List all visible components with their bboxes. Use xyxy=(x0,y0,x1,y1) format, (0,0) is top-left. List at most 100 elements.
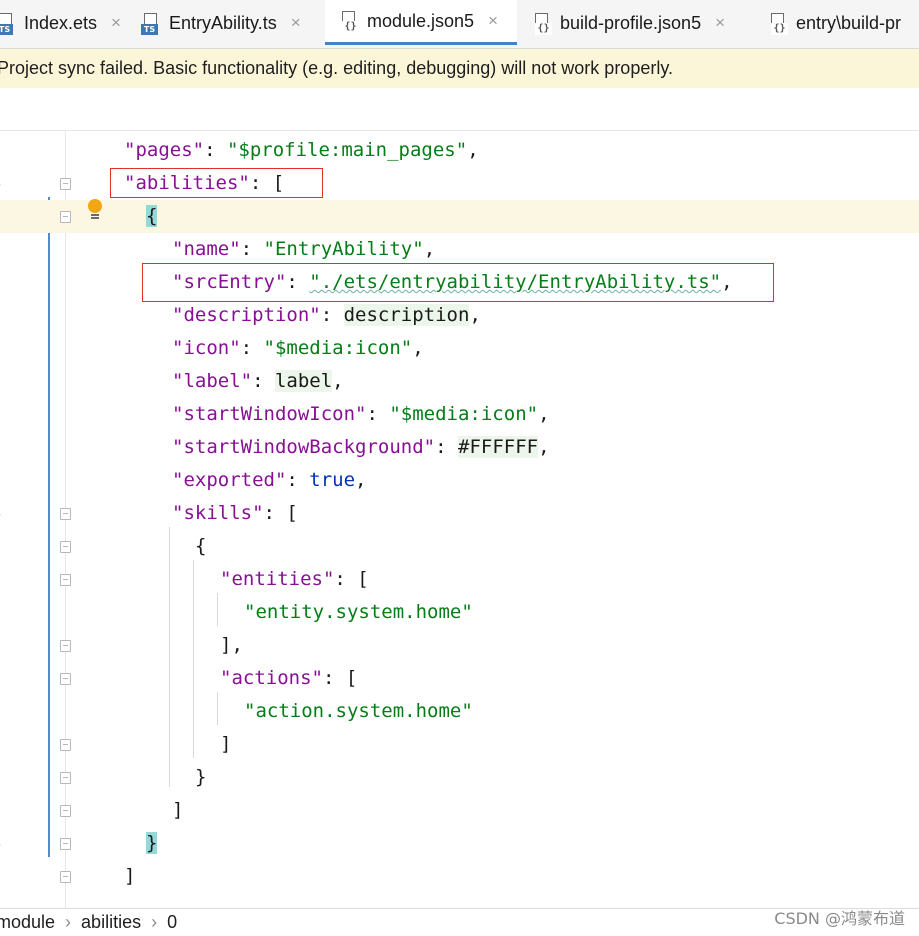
tab-label: Index.ets xyxy=(24,12,98,33)
code-line[interactable]: 9 "icon": "$media:icon", xyxy=(0,332,919,365)
json-file-icon: {} xyxy=(339,9,361,33)
code-line[interactable]: 1] xyxy=(0,728,919,761)
line-number: 4 xyxy=(0,497,6,530)
code-line[interactable]: 7 "entity.system.home" xyxy=(0,596,919,629)
code-line[interactable]: 6 "name": "EntryAbility", xyxy=(0,233,919,266)
punctuation: : xyxy=(366,403,390,425)
code-editor[interactable]: 3"pages": "$profile:main_pages",4"abilit… xyxy=(0,131,919,908)
close-icon[interactable]: × xyxy=(715,13,725,33)
punctuation: [ xyxy=(345,667,358,689)
ts-file-icon: TS xyxy=(141,11,163,35)
line-number: 8 xyxy=(0,299,6,332)
json-key: "startWindowIcon" xyxy=(172,403,367,425)
tab-entry-build-profile[interactable]: {} entry\build-pr xyxy=(768,0,919,46)
tab-entryability-ts[interactable]: TS EntryAbility.ts × xyxy=(141,0,324,46)
fold-marker-icon[interactable] xyxy=(60,178,71,190)
punctuation: , xyxy=(423,238,436,260)
json-reference: label xyxy=(274,370,333,392)
fold-marker-icon[interactable] xyxy=(60,673,71,685)
close-icon[interactable]: × xyxy=(291,13,301,33)
code-line[interactable]: 3 "pages": "$profile:main_pages", xyxy=(0,134,919,167)
punctuation: , xyxy=(467,139,479,161)
code-line[interactable]: 5{ xyxy=(0,530,919,563)
line-number: 7 xyxy=(0,266,6,299)
line-number: 9 xyxy=(0,662,6,695)
code-text: } xyxy=(195,761,206,794)
fold-marker-icon[interactable] xyxy=(60,838,71,850)
indent-guide xyxy=(193,560,194,758)
tab-build-profile-json5[interactable]: {} build-profile.json5 × xyxy=(532,0,754,46)
breadcrumb-item[interactable]: abilities xyxy=(81,912,141,932)
line-number: 9 xyxy=(0,332,6,365)
tab-label: entry\build-pr xyxy=(796,12,902,33)
code-line[interactable]: 5] xyxy=(0,860,919,893)
punctuation: ], xyxy=(220,634,243,656)
code-text: "pages": "$profile:main_pages", xyxy=(124,134,479,167)
json-reference: #FFFFFF xyxy=(458,436,539,458)
json-key: "icon" xyxy=(172,337,241,359)
code-text: "actions": [ xyxy=(220,662,357,695)
punctuation: , xyxy=(332,370,344,392)
code-line[interactable]: 1 "startWindowIcon": "$media:icon", xyxy=(0,398,919,431)
code-text: { xyxy=(195,530,206,563)
code-text: "label": label, xyxy=(172,365,344,398)
punctuation: ] xyxy=(172,799,184,821)
code-text: "entities": [ xyxy=(220,563,369,596)
fold-marker-icon[interactable] xyxy=(60,541,71,553)
code-line[interactable]: 3] xyxy=(0,794,919,827)
close-icon[interactable]: × xyxy=(488,11,498,31)
tab-label: build-profile.json5 xyxy=(560,12,702,33)
ts-file-icon: TS xyxy=(0,11,18,35)
code-line[interactable]: 4 "skills": [ xyxy=(0,497,919,530)
punctuation: } xyxy=(146,832,158,854)
punctuation: : xyxy=(263,502,287,524)
json-key: "startWindowBackground" xyxy=(172,436,436,458)
line-number: 6 xyxy=(0,233,6,266)
code-line[interactable]: 0 "action.system.home" xyxy=(0,695,919,728)
fold-marker-icon[interactable] xyxy=(60,211,71,223)
json-key: "pages" xyxy=(124,139,205,161)
fold-marker-icon[interactable] xyxy=(60,772,71,784)
code-text: ] xyxy=(220,728,231,761)
line-number: 4 xyxy=(0,827,6,860)
line-number: 3 xyxy=(0,794,6,827)
code-text: "icon": "$media:icon", xyxy=(172,332,424,365)
punctuation: : xyxy=(322,667,346,689)
close-icon[interactable]: × xyxy=(111,13,121,33)
indent-guide xyxy=(217,593,218,626)
breadcrumb-item[interactable]: module xyxy=(0,912,55,932)
code-line[interactable]: 8 "description": description, xyxy=(0,299,919,332)
line-number: 3 xyxy=(0,134,6,167)
line-number: 4 xyxy=(0,167,6,200)
punctuation: [ xyxy=(357,568,369,590)
punctuation: : xyxy=(204,139,227,161)
code-line[interactable]: 2 "startWindowBackground": #FFFFFF, xyxy=(0,431,919,464)
line-number: 8 xyxy=(0,629,6,662)
chevron-right-icon: › xyxy=(65,912,72,932)
fold-marker-icon[interactable] xyxy=(60,640,71,652)
fold-marker-icon[interactable] xyxy=(60,871,71,883)
code-line[interactable]: 4} xyxy=(0,827,919,860)
code-text: "name": "EntryAbility", xyxy=(172,233,435,266)
fold-marker-icon[interactable] xyxy=(60,739,71,751)
fold-marker-icon[interactable] xyxy=(60,574,71,586)
code-line[interactable]: 8], xyxy=(0,629,919,662)
fold-marker-icon[interactable] xyxy=(60,508,71,520)
indent-guide xyxy=(217,692,218,725)
code-line[interactable]: 6 "entities": [ xyxy=(0,563,919,596)
code-line[interactable]: 5{ xyxy=(0,200,919,233)
code-text: ], xyxy=(220,629,243,662)
lightbulb-icon[interactable] xyxy=(86,199,104,221)
fold-marker-icon[interactable] xyxy=(60,805,71,817)
code-line[interactable]: 0 "label": label, xyxy=(0,365,919,398)
breadcrumb-item[interactable]: 0 xyxy=(167,912,177,932)
editor-toolbar-strip xyxy=(0,88,919,131)
punctuation: [ xyxy=(286,502,298,524)
code-line[interactable]: 9 "actions": [ xyxy=(0,662,919,695)
tab-module-json5[interactable]: {} module.json5 × xyxy=(325,0,517,45)
line-number: 5 xyxy=(0,200,6,233)
tab-index-ets[interactable]: TS Index.ets × xyxy=(0,0,128,46)
line-number: 6 xyxy=(0,563,6,596)
code-line[interactable]: 3 "exported": true, xyxy=(0,464,919,497)
code-line[interactable]: 2} xyxy=(0,761,919,794)
